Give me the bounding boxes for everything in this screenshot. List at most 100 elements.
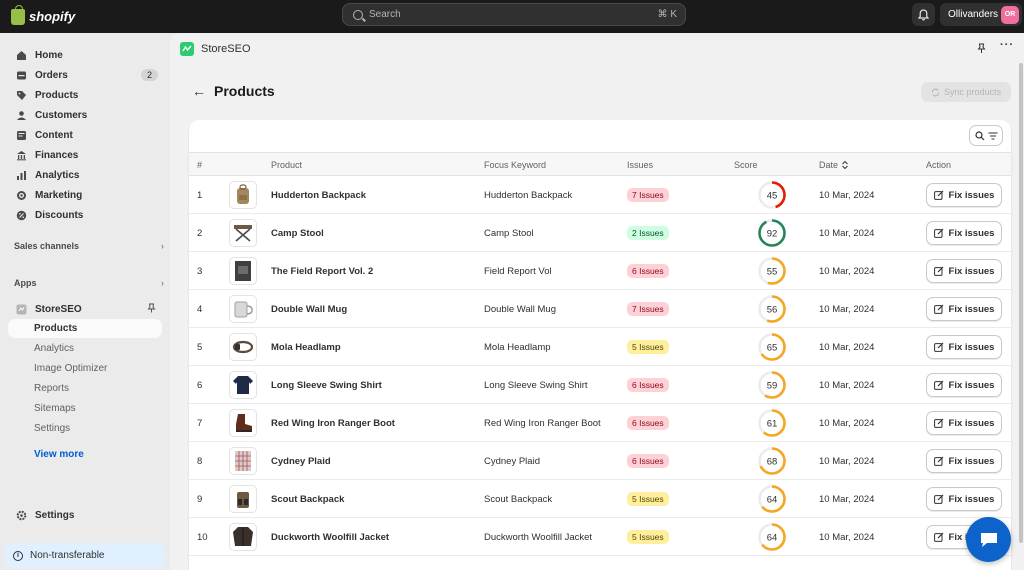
fix-issues-button[interactable]: Fix issues	[926, 259, 1002, 283]
col-date-header[interactable]: Date	[819, 160, 848, 170]
search-shortcut: ⌘ K	[657, 9, 677, 20]
search-icon	[974, 130, 984, 140]
sidebar-subitem-image-optimizer[interactable]: Image Optimizer	[8, 359, 162, 378]
filter-icon	[988, 131, 997, 140]
sidebar-item-label: StoreSEO	[35, 303, 82, 315]
sales-channels-section[interactable]: Sales channels ›	[14, 241, 164, 251]
score-ring: 56	[758, 295, 786, 323]
issues-badge: 5 Issues	[627, 492, 669, 506]
sidebar-item-home[interactable]: Home	[8, 45, 162, 65]
more-options-icon[interactable]: ···	[1000, 39, 1014, 57]
pin-icon[interactable]	[977, 43, 986, 57]
sidebar-item-label: Customers	[35, 109, 88, 121]
sidebar-subitem-settings[interactable]: Settings	[8, 419, 162, 438]
product-name[interactable]: Hudderton Backpack	[271, 176, 366, 214]
fix-issues-button[interactable]: Fix issues	[926, 373, 1002, 397]
focus-keyword: Red Wing Iron Ranger Boot	[484, 417, 601, 429]
back-arrow-icon[interactable]: ←	[192, 83, 206, 99]
apps-label: Apps	[14, 278, 37, 288]
product-thumbnail[interactable]	[229, 523, 257, 551]
product-thumbnail[interactable]	[229, 485, 257, 513]
product-name[interactable]: The Field Report Vol. 2	[271, 252, 373, 290]
non-transferable-banner[interactable]: i Non-transferable	[5, 543, 165, 568]
sidebar-item-storeseo[interactable]: StoreSEO	[8, 299, 162, 319]
pin-icon[interactable]	[147, 303, 156, 316]
chat-button[interactable]	[966, 517, 1011, 562]
table-row[interactable]: 8 Cydney Plaid Cydney Plaid 6 Issues 68 10 Ma…	[189, 442, 1011, 480]
row-number: 6	[197, 379, 203, 391]
fix-issues-button[interactable]: Fix issues	[926, 297, 1002, 321]
product-thumbnail[interactable]	[229, 333, 257, 361]
product-name[interactable]: Long Sleeve Swing Shirt	[271, 366, 382, 404]
apps-section[interactable]: Apps ›	[14, 278, 164, 288]
table-row[interactable]: 2 Camp Stool Camp Stool 2 Issues 92 10 Mar, 2…	[189, 214, 1011, 252]
view-more-link[interactable]: View more	[34, 449, 84, 460]
sidebar-item-content[interactable]: Content	[8, 125, 162, 145]
product-name[interactable]: Camp Stool	[271, 214, 324, 252]
subitem-label: Settings	[34, 423, 71, 434]
product-name[interactable]: Scout Backpack	[271, 480, 344, 518]
table-row[interactable]: 6 Long Sleeve Swing Shirt Long Sleeve Swin…	[189, 366, 1011, 404]
product-thumbnail[interactable]	[229, 181, 257, 209]
fix-issues-button[interactable]: Fix issues	[926, 221, 1002, 245]
table-row[interactable]: 9 Scout Backpack Scout Backpack 5 Issues 64 1…	[189, 480, 1011, 518]
fix-issues-label: Fix issues	[948, 379, 995, 391]
table-row[interactable]: 1 Hudderton Backpack Hudderton Backpack 7 I…	[189, 176, 1011, 214]
product-thumbnail[interactable]	[229, 295, 257, 323]
table-row[interactable]: 10 Duckworth Woolfill Jacket Duckworth Woo…	[189, 518, 1011, 556]
product-thumbnail[interactable]	[229, 447, 257, 475]
sidebar-item-customers[interactable]: Customers	[8, 105, 162, 125]
notifications-button[interactable]	[912, 3, 935, 26]
subitem-label: Analytics	[34, 343, 75, 354]
edit-icon	[933, 418, 943, 428]
search-filter-button[interactable]	[969, 125, 1003, 146]
sidebar-subitem-sitemaps[interactable]: Sitemaps	[8, 399, 162, 418]
product-name[interactable]: Double Wall Mug	[271, 290, 347, 328]
sidebar-item-discounts[interactable]: Discounts	[8, 205, 162, 225]
product-thumbnail[interactable]	[229, 409, 257, 437]
shopify-logo[interactable]: shopify	[11, 4, 75, 25]
fix-issues-button[interactable]: Fix issues	[926, 449, 1002, 473]
sidebar-item-marketing[interactable]: Marketing	[8, 185, 162, 205]
sidebar-item-orders[interactable]: Orders 2	[8, 65, 162, 85]
fix-issues-button[interactable]: Fix issues	[926, 411, 1002, 435]
sync-products-button[interactable]: Sync products	[921, 82, 1011, 102]
date-value: 10 Mar, 2024	[819, 417, 875, 429]
sidebar-subitem-reports[interactable]: Reports	[8, 379, 162, 398]
product-name[interactable]: Red Wing Iron Ranger Boot	[271, 404, 395, 442]
sidebar-item-label: Orders	[35, 69, 68, 81]
product-thumbnail[interactable]	[229, 219, 257, 247]
sidebar-subitem-analytics[interactable]: Analytics	[8, 339, 162, 358]
search-bar[interactable]: Search ⌘ K	[342, 3, 686, 26]
issues-badge: 5 Issues	[627, 340, 669, 354]
product-thumbnail[interactable]	[229, 371, 257, 399]
sidebar-item-products[interactable]: Products	[8, 85, 162, 105]
fix-issues-button[interactable]: Fix issues	[926, 487, 1002, 511]
fix-issues-label: Fix issues	[948, 227, 995, 239]
score-ring: 64	[758, 485, 786, 513]
store-menu-button[interactable]: Ollivanders OR	[940, 3, 1022, 26]
row-number: 7	[197, 417, 203, 429]
app-title-bar: StoreSEO ···	[170, 33, 1024, 65]
product-name[interactable]: Mola Headlamp	[271, 328, 341, 366]
store-avatar: OR	[1001, 5, 1019, 24]
product-thumbnail[interactable]	[229, 257, 257, 285]
table-row[interactable]: 7 Red Wing Iron Ranger Boot Red Wing Iron …	[189, 404, 1011, 442]
fix-issues-button[interactable]: Fix issues	[926, 335, 1002, 359]
product-name[interactable]: Duckworth Woolfill Jacket	[271, 518, 389, 556]
sidebar-item-label: Finances	[35, 149, 79, 161]
table-row[interactable]: 5 Mola Headlamp Mola Headlamp 5 Issues 65 10 …	[189, 328, 1011, 366]
sidebar-item-finances[interactable]: Finances	[8, 145, 162, 165]
scrollbar[interactable]	[1019, 63, 1023, 543]
product-name[interactable]: Cydney Plaid	[271, 442, 331, 480]
date-value: 10 Mar, 2024	[819, 531, 875, 543]
sidebar-subitem-products[interactable]: Products	[8, 319, 162, 338]
fix-issues-label: Fix issues	[948, 341, 995, 353]
fix-issues-button[interactable]: Fix issues	[926, 183, 1002, 207]
table-row[interactable]: 4 Double Wall Mug Double Wall Mug 7 Issues 5…	[189, 290, 1011, 328]
sidebar-item-settings[interactable]: Settings	[8, 505, 162, 525]
sidebar-item-analytics[interactable]: Analytics	[8, 165, 162, 185]
focus-keyword: Long Sleeve Swing Shirt	[484, 379, 588, 391]
date-value: 10 Mar, 2024	[819, 189, 875, 201]
table-row[interactable]: 3 The Field Report Vol. 2 Field Report Vol…	[189, 252, 1011, 290]
